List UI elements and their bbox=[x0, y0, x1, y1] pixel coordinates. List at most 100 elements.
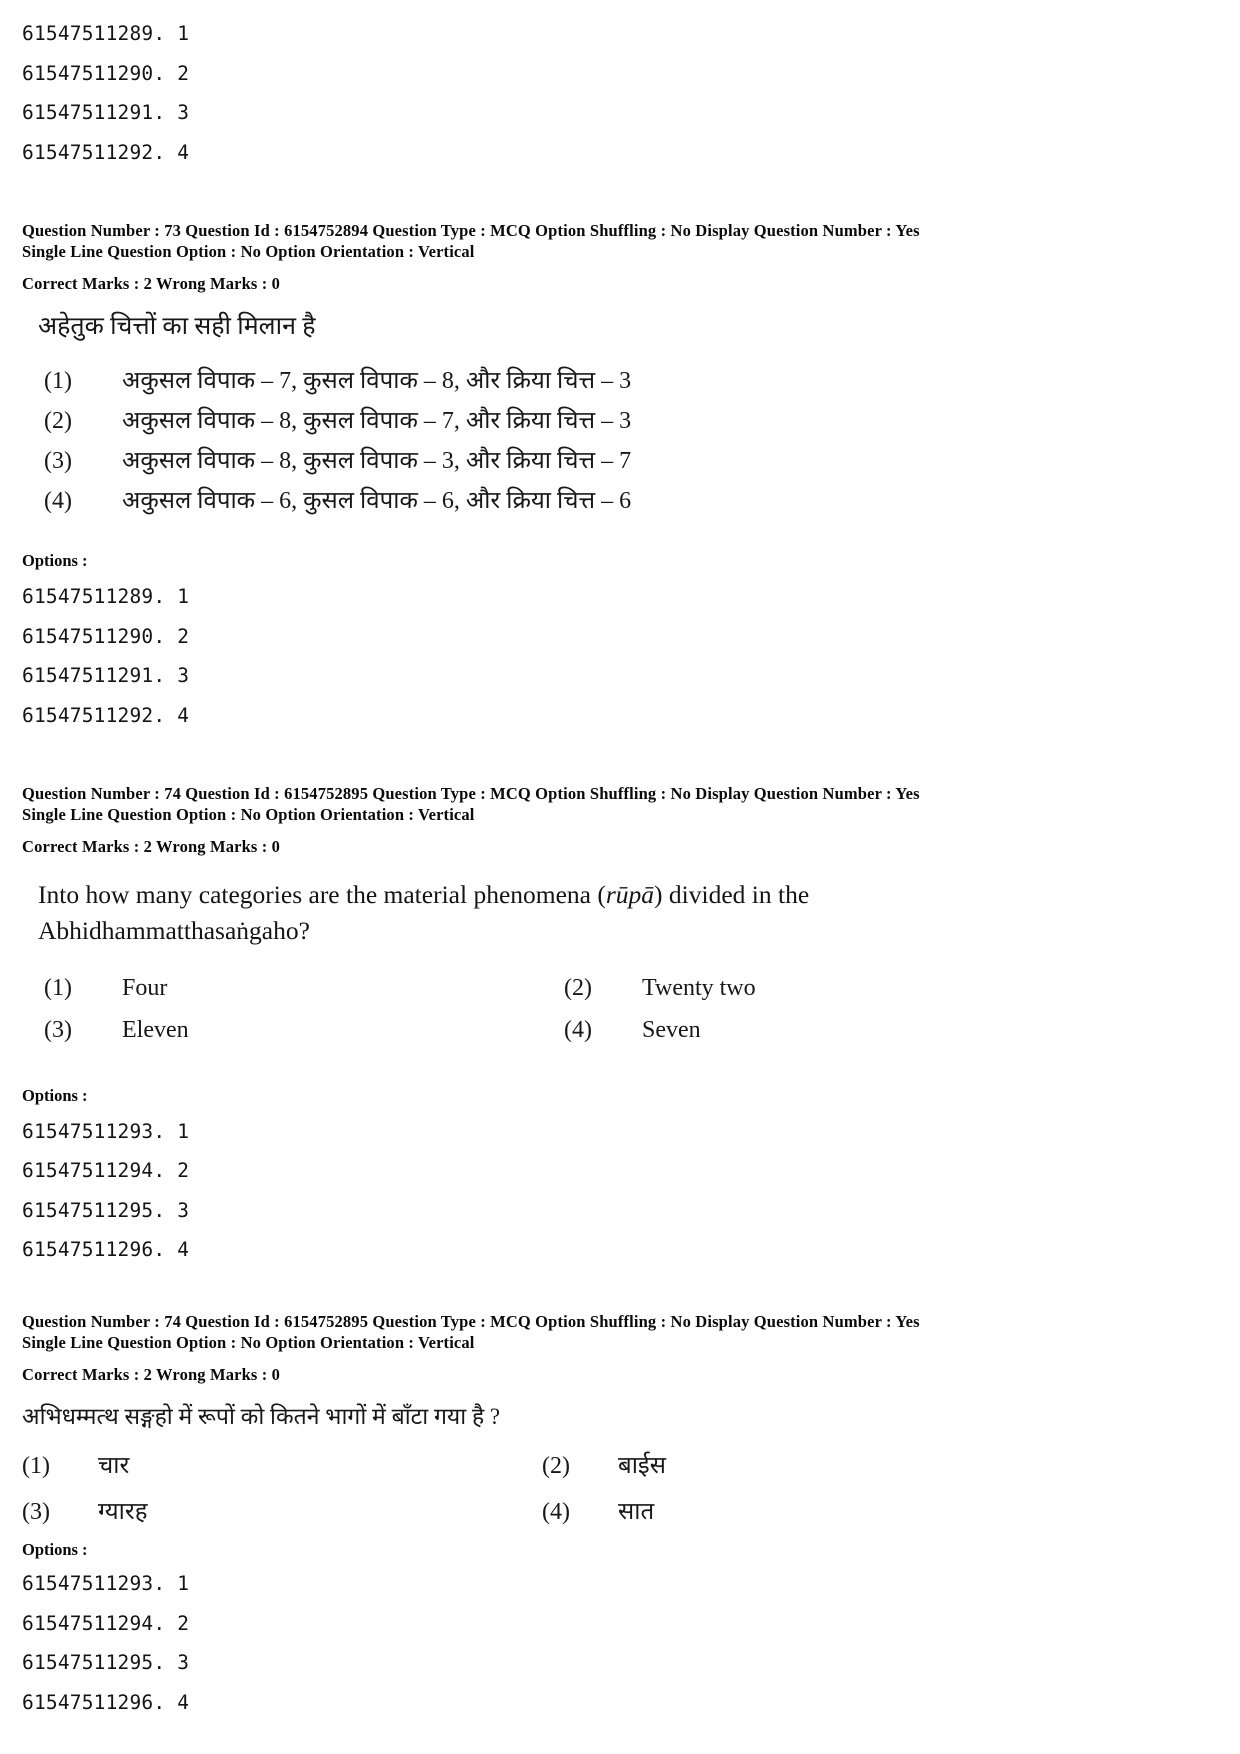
question-73-marks: Correct Marks : 2 Wrong Marks : 0 bbox=[22, 273, 281, 293]
option-number: (1) bbox=[44, 368, 72, 395]
question-74-en-meta-line1: Question Number : 74 Question Id : 61547… bbox=[22, 783, 920, 803]
question-74-en-text: Into how many categories are the materia… bbox=[0, 877, 1240, 949]
question-74-en-text-italic-term: rūpā bbox=[605, 880, 655, 910]
option-number: (4) bbox=[44, 488, 72, 515]
question-74-en-text-line2: Abhidhammatthasaṅgaho? bbox=[38, 916, 310, 946]
option-code: 61547511292. 4 bbox=[22, 703, 190, 727]
option-code: 61547511291. 3 bbox=[22, 664, 190, 688]
option-text: ग्यारह bbox=[98, 1499, 148, 1526]
option-text: अकुसल विपाक – 8, कुसल विपाक – 7, और क्रि… bbox=[122, 408, 632, 435]
question-74-en-options-label: Options : bbox=[22, 1085, 88, 1105]
question-74-english-block: Question Number : 74 Question Id : 61547… bbox=[0, 783, 1240, 1261]
option-code-list-previous: 61547511289. 1 61547511290. 2 6154751129… bbox=[0, 22, 1240, 164]
question-73-meta: Question Number : 73 Question Id : 61547… bbox=[0, 220, 1240, 262]
option-text: Seven bbox=[642, 1016, 701, 1043]
option-row[interactable]: (3) ग्यारह bbox=[22, 1500, 542, 1524]
question-74-hi-options-label: Options : bbox=[22, 1540, 88, 1560]
option-code: 61547511289. 1 bbox=[22, 585, 190, 609]
option-number: (4) bbox=[564, 1016, 592, 1043]
question-74-hi-option-codes: 61547511293. 1 61547511294. 2 6154751129… bbox=[0, 1572, 1240, 1714]
option-row[interactable]: (1) अकुसल विपाक – 7, कुसल विपाक – 8, और … bbox=[44, 369, 1240, 393]
option-text: बाईस bbox=[618, 1453, 666, 1480]
question-74-en-text-line1: Into how many categories are the materia… bbox=[38, 877, 1090, 913]
option-code: 61547511291. 3 bbox=[22, 101, 190, 124]
question-73-text: अहेतुक चित्तों का सही मिलान है bbox=[38, 312, 316, 340]
option-number: (3) bbox=[22, 1499, 50, 1526]
option-text: अकुसल विपाक – 8, कुसल विपाक – 3, और क्रि… bbox=[122, 448, 632, 475]
option-text: Eleven bbox=[122, 1016, 189, 1043]
option-code: 61547511290. 2 bbox=[22, 624, 190, 648]
question-73-option-codes: 61547511289. 1 61547511290. 2 6154751129… bbox=[0, 585, 1240, 727]
option-code: 61547511293. 1 bbox=[22, 1119, 190, 1143]
option-code: 61547511295. 3 bbox=[22, 1198, 190, 1222]
option-text: अकुसल विपाक – 6, कुसल विपाक – 6, और क्रि… bbox=[122, 488, 632, 515]
option-code: 61547511289. 1 bbox=[22, 22, 190, 45]
question-73-options-label: Options : bbox=[22, 551, 88, 571]
option-row[interactable]: (1) चार bbox=[22, 1454, 542, 1478]
question-74-en-marks: Correct Marks : 2 Wrong Marks : 0 bbox=[22, 837, 281, 857]
option-row[interactable]: (1) Four bbox=[44, 976, 564, 1000]
option-code: 61547511294. 2 bbox=[22, 1159, 190, 1183]
option-text: सात bbox=[618, 1499, 655, 1526]
question-74-en-option-codes: 61547511293. 1 61547511294. 2 6154751129… bbox=[0, 1120, 1240, 1262]
question-74-hindi-block: Question Number : 74 Question Id : 61547… bbox=[0, 1311, 1240, 1714]
option-number: (1) bbox=[44, 974, 72, 1001]
top-spacer bbox=[0, 0, 1240, 22]
question-74-hi-text: अभिधम्मत्थ सङ्गहो में रूपों को कितने भाग… bbox=[22, 1404, 501, 1430]
exam-answer-key-page: 61547511289. 1 61547511290. 2 6154751129… bbox=[0, 0, 1240, 1754]
option-number: (1) bbox=[22, 1453, 50, 1480]
option-number: (3) bbox=[44, 1016, 72, 1043]
option-code: 61547511290. 2 bbox=[22, 61, 190, 85]
option-row[interactable]: (4) Seven bbox=[564, 1018, 1240, 1042]
option-text: Twenty two bbox=[642, 974, 756, 1001]
option-number: (2) bbox=[542, 1453, 570, 1480]
question-74-hi-meta-line1: Question Number : 74 Question Id : 61547… bbox=[22, 1312, 920, 1332]
question-74-en-text-pre: Into how many categories are the materia… bbox=[38, 880, 606, 910]
question-73-meta-line2: Single Line Question Option : No Option … bbox=[22, 241, 475, 261]
option-row[interactable]: (2) Twenty two bbox=[564, 976, 1240, 1000]
option-row[interactable]: (2) बाईस bbox=[542, 1454, 1240, 1478]
question-73-options: (1) अकुसल विपाक – 7, कुसल विपाक – 8, और … bbox=[0, 369, 1240, 513]
option-text: चार bbox=[98, 1453, 130, 1480]
question-74-hi-marks: Correct Marks : 2 Wrong Marks : 0 bbox=[22, 1365, 281, 1385]
question-74-hi-options: (1) चार (2) बाईस (3) ग्यारह (4) सात bbox=[0, 1454, 1240, 1524]
option-code: 61547511294. 2 bbox=[22, 1611, 190, 1635]
option-row[interactable]: (4) सात bbox=[542, 1500, 1240, 1524]
option-row[interactable]: (3) अकुसल विपाक – 8, कुसल विपाक – 3, और … bbox=[44, 449, 1240, 473]
question-74-hi-meta-line2: Single Line Question Option : No Option … bbox=[22, 1333, 475, 1353]
option-row[interactable]: (3) Eleven bbox=[44, 1018, 564, 1042]
question-74-en-meta-line2: Single Line Question Option : No Option … bbox=[22, 805, 475, 825]
option-code: 61547511295. 3 bbox=[22, 1651, 190, 1675]
option-row[interactable]: (4) अकुसल विपाक – 6, कुसल विपाक – 6, और … bbox=[44, 489, 1240, 513]
option-code: 61547511292. 4 bbox=[22, 140, 190, 164]
option-code: 61547511296. 4 bbox=[22, 1690, 190, 1714]
question-74-hi-meta: Question Number : 74 Question Id : 61547… bbox=[0, 1311, 1240, 1353]
question-74-en-options: (1) Four (2) Twenty two (3) Eleven (4) S… bbox=[0, 976, 1240, 1042]
question-73-meta-line1: Question Number : 73 Question Id : 61547… bbox=[22, 220, 920, 240]
option-number: (4) bbox=[542, 1499, 570, 1526]
option-number: (2) bbox=[44, 408, 72, 435]
option-number: (2) bbox=[564, 974, 592, 1001]
option-row[interactable]: (2) अकुसल विपाक – 8, कुसल विपाक – 7, और … bbox=[44, 409, 1240, 433]
question-73-block: Question Number : 73 Question Id : 61547… bbox=[0, 220, 1240, 727]
question-74-en-meta: Question Number : 74 Question Id : 61547… bbox=[0, 783, 1240, 825]
option-text: Four bbox=[122, 974, 168, 1001]
option-code: 61547511293. 1 bbox=[22, 1572, 190, 1596]
option-text: अकुसल विपाक – 7, कुसल विपाक – 8, और क्रि… bbox=[122, 368, 632, 395]
